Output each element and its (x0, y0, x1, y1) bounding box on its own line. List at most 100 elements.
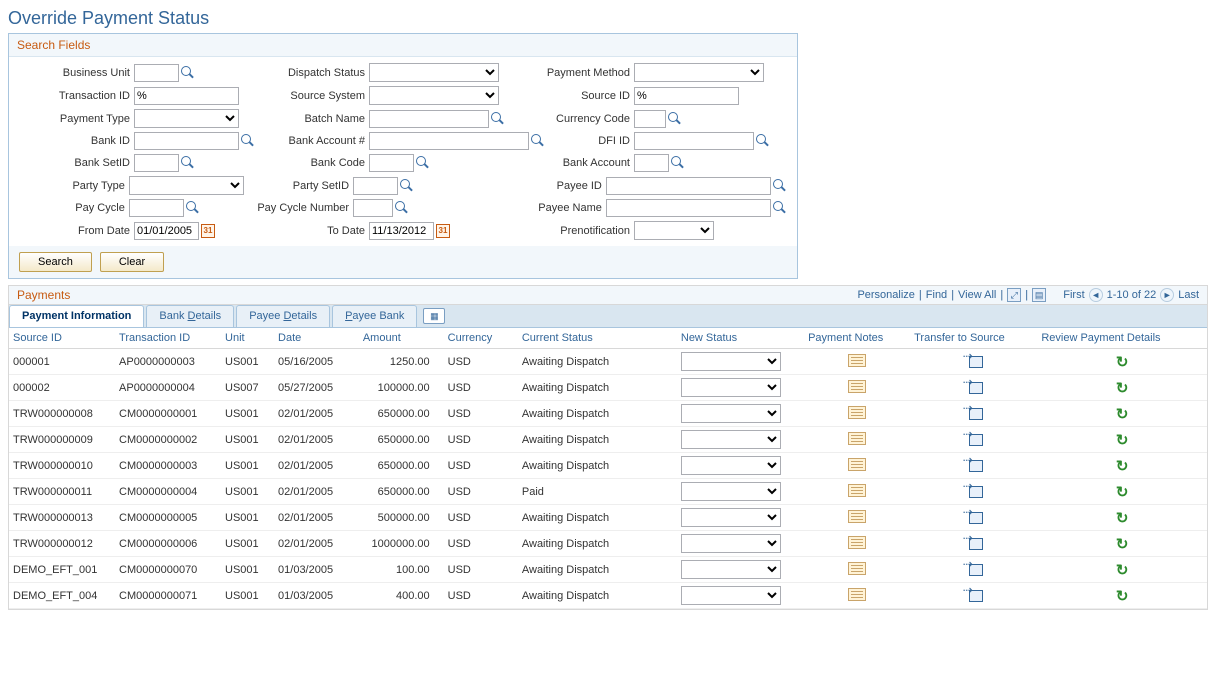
lookup-icon[interactable] (241, 134, 255, 148)
lookup-icon[interactable] (773, 179, 787, 193)
payment-type-select[interactable] (134, 109, 239, 128)
new-status-select[interactable] (681, 534, 781, 553)
party-type-select[interactable] (129, 176, 244, 195)
review-payment-details-icon[interactable]: ↻ (1114, 535, 1130, 551)
col-header-payment-notes[interactable]: Payment Notes (804, 328, 910, 349)
transfer-to-source-icon[interactable] (965, 482, 983, 498)
new-status-select[interactable] (681, 430, 781, 449)
dfi-id-input[interactable] (634, 132, 754, 150)
personalize-link[interactable]: Personalize (857, 289, 914, 301)
search-button[interactable]: Search (19, 252, 92, 272)
new-status-select[interactable] (681, 404, 781, 423)
source-system-select[interactable] (369, 86, 499, 105)
transfer-to-source-icon[interactable] (965, 586, 983, 602)
tab-payee-details[interactable]: Payee Details (236, 305, 330, 327)
review-payment-details-icon[interactable]: ↻ (1114, 587, 1130, 603)
lookup-icon[interactable] (395, 201, 409, 215)
calendar-icon[interactable]: 31 (436, 224, 450, 238)
party-setid-input[interactable] (353, 177, 398, 195)
new-status-select[interactable] (681, 586, 781, 605)
col-header-current-status[interactable]: Current Status (518, 328, 677, 349)
payment-notes-icon[interactable] (848, 432, 866, 445)
nav-prev-icon[interactable]: ◄ (1089, 288, 1103, 302)
new-status-select[interactable] (681, 560, 781, 579)
new-status-select[interactable] (681, 352, 781, 371)
lookup-icon[interactable] (671, 156, 685, 170)
lookup-icon[interactable] (756, 134, 770, 148)
col-header-unit[interactable]: Unit (221, 328, 274, 349)
review-payment-details-icon[interactable]: ↻ (1114, 431, 1130, 447)
payee-name-input[interactable] (606, 199, 771, 217)
lookup-icon[interactable] (416, 156, 430, 170)
col-header-amount[interactable]: Amount (359, 328, 444, 349)
payment-notes-icon[interactable] (848, 588, 866, 601)
calendar-icon[interactable]: 31 (201, 224, 215, 238)
col-header-new-status[interactable]: New Status (677, 328, 804, 349)
review-payment-details-icon[interactable]: ↻ (1114, 353, 1130, 369)
review-payment-details-icon[interactable]: ↻ (1114, 457, 1130, 473)
lookup-icon[interactable] (186, 201, 200, 215)
transfer-to-source-icon[interactable] (965, 534, 983, 550)
transfer-to-source-icon[interactable] (965, 560, 983, 576)
payment-notes-icon[interactable] (848, 484, 866, 497)
pay-cycle-number-input[interactable] (353, 199, 393, 217)
col-header-currency[interactable]: Currency (444, 328, 518, 349)
find-link[interactable]: Find (926, 289, 947, 301)
tab-payment-information[interactable]: Payment Information (9, 305, 144, 327)
col-header-source-id[interactable]: Source ID (9, 328, 115, 349)
to-date-input[interactable] (369, 222, 434, 240)
prenotification-select[interactable] (634, 221, 714, 240)
transfer-to-source-icon[interactable] (965, 430, 983, 446)
nav-first[interactable]: First (1063, 289, 1084, 301)
clear-button[interactable]: Clear (100, 252, 164, 272)
payment-notes-icon[interactable] (848, 354, 866, 367)
payment-notes-icon[interactable] (848, 536, 866, 549)
col-header-transfer[interactable]: Transfer to Source (910, 328, 1037, 349)
payee-id-input[interactable] (606, 177, 771, 195)
zoom-icon[interactable]: ⤢ (1007, 288, 1021, 302)
lookup-icon[interactable] (491, 112, 505, 126)
lookup-icon[interactable] (181, 66, 195, 80)
pay-cycle-input[interactable] (129, 199, 184, 217)
transfer-to-source-icon[interactable] (965, 456, 983, 472)
payment-notes-icon[interactable] (848, 406, 866, 419)
transfer-to-source-icon[interactable] (965, 352, 983, 368)
bank-code-input[interactable] (369, 154, 414, 172)
review-payment-details-icon[interactable]: ↻ (1114, 561, 1130, 577)
show-all-columns-icon[interactable]: ▦ (423, 308, 445, 324)
col-header-review[interactable]: Review Payment Details (1037, 328, 1207, 349)
currency-code-input[interactable] (634, 110, 666, 128)
lookup-icon[interactable] (181, 156, 195, 170)
review-payment-details-icon[interactable]: ↻ (1114, 379, 1130, 395)
review-payment-details-icon[interactable]: ↻ (1114, 483, 1130, 499)
batch-name-input[interactable] (369, 110, 489, 128)
bank-account-input[interactable] (634, 154, 669, 172)
bank-id-input[interactable] (134, 132, 239, 150)
business-unit-input[interactable] (134, 64, 179, 82)
payment-notes-icon[interactable] (848, 562, 866, 575)
from-date-input[interactable] (134, 222, 199, 240)
download-icon[interactable]: ▤ (1032, 288, 1046, 302)
tab-payee-bank[interactable]: Payee Bank (332, 305, 417, 327)
new-status-select[interactable] (681, 378, 781, 397)
lookup-icon[interactable] (773, 201, 787, 215)
new-status-select[interactable] (681, 482, 781, 501)
tab-bank-details[interactable]: Bank Details (146, 305, 234, 327)
payment-method-select[interactable] (634, 63, 764, 82)
payment-notes-icon[interactable] (848, 510, 866, 523)
payment-notes-icon[interactable] (848, 380, 866, 393)
review-payment-details-icon[interactable]: ↻ (1114, 405, 1130, 421)
col-header-date[interactable]: Date (274, 328, 359, 349)
new-status-select[interactable] (681, 508, 781, 527)
dispatch-status-select[interactable] (369, 63, 499, 82)
transfer-to-source-icon[interactable] (965, 378, 983, 394)
nav-last[interactable]: Last (1178, 289, 1199, 301)
bank-account-num-input[interactable] (369, 132, 529, 150)
lookup-icon[interactable] (400, 179, 414, 193)
bank-setid-input[interactable] (134, 154, 179, 172)
payment-notes-icon[interactable] (848, 458, 866, 471)
source-id-input[interactable] (634, 87, 739, 105)
transfer-to-source-icon[interactable] (965, 508, 983, 524)
view-all-link[interactable]: View All (958, 289, 996, 301)
col-header-transaction-id[interactable]: Transaction ID (115, 328, 221, 349)
